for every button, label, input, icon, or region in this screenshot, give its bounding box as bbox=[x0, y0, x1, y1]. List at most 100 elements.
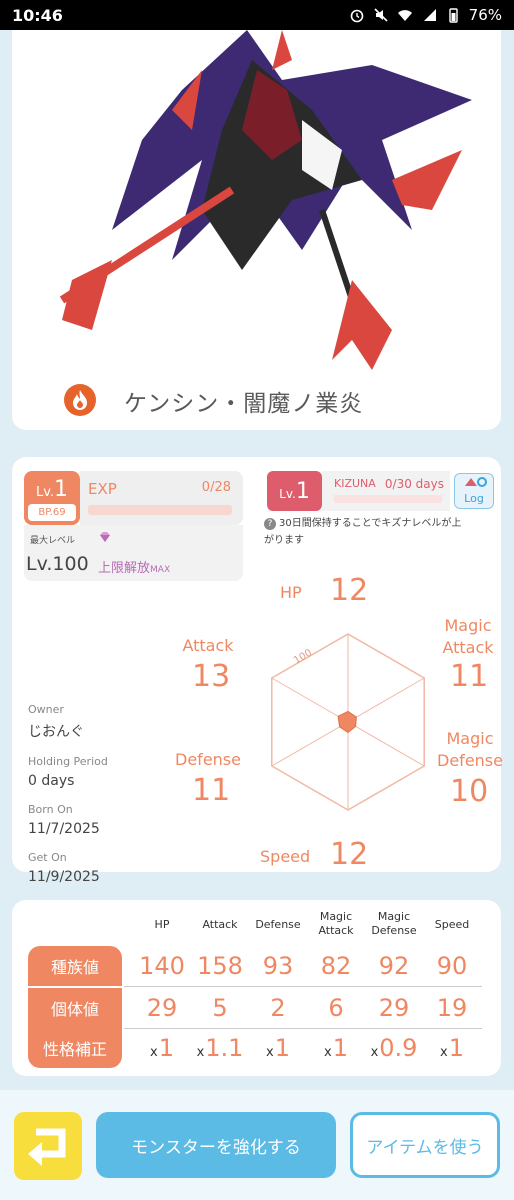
kizuna-value: 0/30 days bbox=[384, 477, 444, 491]
owner-value: じおんぐ bbox=[28, 724, 84, 740]
table-cell: x0.9 bbox=[366, 1034, 422, 1062]
magic-defense-label: Magic Defense bbox=[437, 729, 503, 770]
table-cell: 92 bbox=[366, 952, 422, 980]
table-cell-value: 2 bbox=[270, 994, 286, 1022]
exp-progress-bar bbox=[88, 505, 232, 515]
back-button[interactable] bbox=[14, 1112, 82, 1180]
max-level-label: 最大レベル bbox=[30, 536, 76, 546]
table-cell-value: 92 bbox=[378, 952, 410, 980]
kizuna-label: KIZUNA bbox=[334, 477, 376, 490]
table-cell-value: 1.1 bbox=[205, 1034, 244, 1062]
table-cell-value: 29 bbox=[146, 994, 178, 1022]
table-header: HP bbox=[154, 918, 170, 931]
table-cell-value: 29 bbox=[378, 994, 410, 1022]
battery-icon bbox=[448, 8, 458, 23]
table-cell-value: 1 bbox=[332, 1034, 348, 1062]
log-label: Log bbox=[464, 492, 484, 505]
table-cell: 5 bbox=[192, 994, 248, 1022]
owner-label: Owner bbox=[28, 703, 64, 716]
enhance-monster-button[interactable]: モンスターを強化する bbox=[96, 1112, 336, 1178]
gem-icon bbox=[100, 532, 110, 542]
kizuna-note: ? 30日間保持することでキズナレベルが上がります bbox=[264, 518, 462, 546]
multiplier-prefix: x bbox=[370, 1045, 379, 1060]
table-header: Speed bbox=[434, 918, 470, 931]
speed-label: Speed bbox=[260, 847, 311, 866]
table-cell-value: 1 bbox=[274, 1034, 290, 1062]
exp-value: 0/28 bbox=[201, 480, 231, 495]
monster-artwork bbox=[59, 30, 472, 370]
owner-info: Owner じおんぐ Holding Period 0 days Born On… bbox=[28, 703, 108, 899]
kizuna-panel: KIZUNA 0/30 days bbox=[322, 471, 450, 511]
status-bar: 10:46 76% bbox=[0, 0, 514, 30]
attack-value: 13 bbox=[192, 659, 231, 694]
exp-panel: EXP 0/28 bbox=[80, 471, 243, 525]
bottom-action-bar: モンスターを強化する アイテムを使う bbox=[0, 1090, 514, 1200]
holding-period-label: Holding Period bbox=[28, 755, 108, 768]
table-cell: 82 bbox=[308, 952, 364, 980]
table-cell-value: 6 bbox=[328, 994, 344, 1022]
fire-element-icon bbox=[64, 384, 96, 416]
kizuna-level-badge: Lv.1 bbox=[267, 471, 322, 511]
bp-badge: BP.69 bbox=[28, 504, 76, 521]
fire-icon bbox=[73, 390, 87, 410]
defense-label: Defense bbox=[175, 750, 241, 769]
max-level-panel: 最大レベル Lv.100 上限解放MAX bbox=[24, 525, 243, 581]
level-display: Lv.1 bbox=[35, 477, 69, 502]
status-time: 10:46 bbox=[12, 5, 63, 25]
table-cell-value: 19 bbox=[436, 994, 468, 1022]
table-cell: 93 bbox=[250, 952, 306, 980]
table-cell-value: 0.9 bbox=[379, 1034, 418, 1062]
back-arrow-icon bbox=[28, 1128, 66, 1166]
radar-axis-line bbox=[347, 721, 425, 767]
alarm-icon bbox=[350, 9, 363, 23]
mute-icon bbox=[374, 8, 388, 22]
magic-attack-value: 11 bbox=[450, 659, 489, 694]
monster-stats-card: Lv.1 BP.69 EXP 0/28 最大レベル Lv.100 上限解放MAX… bbox=[12, 457, 503, 885]
table-row-divider bbox=[124, 1028, 482, 1029]
holding-period-value: 0 days bbox=[28, 773, 75, 789]
wifi-icon bbox=[397, 10, 412, 21]
table-row-label: 個体値 bbox=[28, 988, 122, 1028]
table-cell: x1.1 bbox=[192, 1034, 248, 1062]
table-header: Magic Attack bbox=[318, 910, 354, 937]
radar-axis-line bbox=[347, 677, 425, 723]
table-cell-value: 90 bbox=[436, 952, 468, 980]
multiplier-prefix: x bbox=[266, 1045, 274, 1060]
magic-attack-label: Magic Attack bbox=[442, 616, 494, 657]
radar-axis-line bbox=[271, 721, 349, 767]
table-row-divider bbox=[124, 986, 482, 987]
log-button[interactable]: Log bbox=[454, 473, 494, 509]
battery-percent: 76% bbox=[468, 6, 502, 24]
signal-icon bbox=[423, 9, 436, 21]
monster-name: ケンシン・闇魔ノ業炎 bbox=[124, 391, 364, 417]
attack-label: Attack bbox=[182, 636, 234, 655]
table-cell: 19 bbox=[424, 994, 480, 1022]
radar-value-polygon bbox=[337, 710, 357, 734]
max-level-value: Lv.100 bbox=[26, 553, 89, 575]
monster-hero-card: ケンシン・闇魔ノ業炎 bbox=[12, 30, 501, 430]
stat-table-card: HP Attack Defense Magic Attack Magic Defense… bbox=[12, 900, 501, 1076]
use-item-button[interactable]: アイテムを使う bbox=[350, 1112, 500, 1178]
kizuna-progress-bar bbox=[334, 495, 442, 503]
stats-radar-chart: 100 bbox=[271, 633, 425, 811]
multiplier-prefix: x bbox=[150, 1045, 158, 1060]
level-badge: Lv.1 BP.69 bbox=[24, 471, 80, 525]
table-cell: x1 bbox=[250, 1034, 306, 1062]
table-cell-value: 1 bbox=[448, 1034, 464, 1062]
table-cell: 6 bbox=[308, 994, 364, 1022]
limit-break-status: 上限解放MAX bbox=[98, 561, 171, 576]
born-on-label: Born On bbox=[28, 803, 73, 816]
table-row-label: 性格補正 bbox=[28, 1028, 122, 1068]
table-cell: 29 bbox=[134, 994, 190, 1022]
magic-defense-value: 10 bbox=[450, 774, 489, 809]
get-on-label: Get On bbox=[28, 851, 67, 864]
hp-value: 12 bbox=[330, 573, 369, 608]
table-cell: 29 bbox=[366, 994, 422, 1022]
radar-axis-line bbox=[271, 677, 349, 723]
table-cell: 90 bbox=[424, 952, 480, 980]
hp-label: HP bbox=[280, 583, 302, 602]
clock-icon bbox=[477, 477, 487, 487]
table-cell-value: 93 bbox=[262, 952, 294, 980]
born-on-value: 11/7/2025 bbox=[28, 821, 100, 837]
multiplier-prefix: x bbox=[324, 1045, 332, 1060]
